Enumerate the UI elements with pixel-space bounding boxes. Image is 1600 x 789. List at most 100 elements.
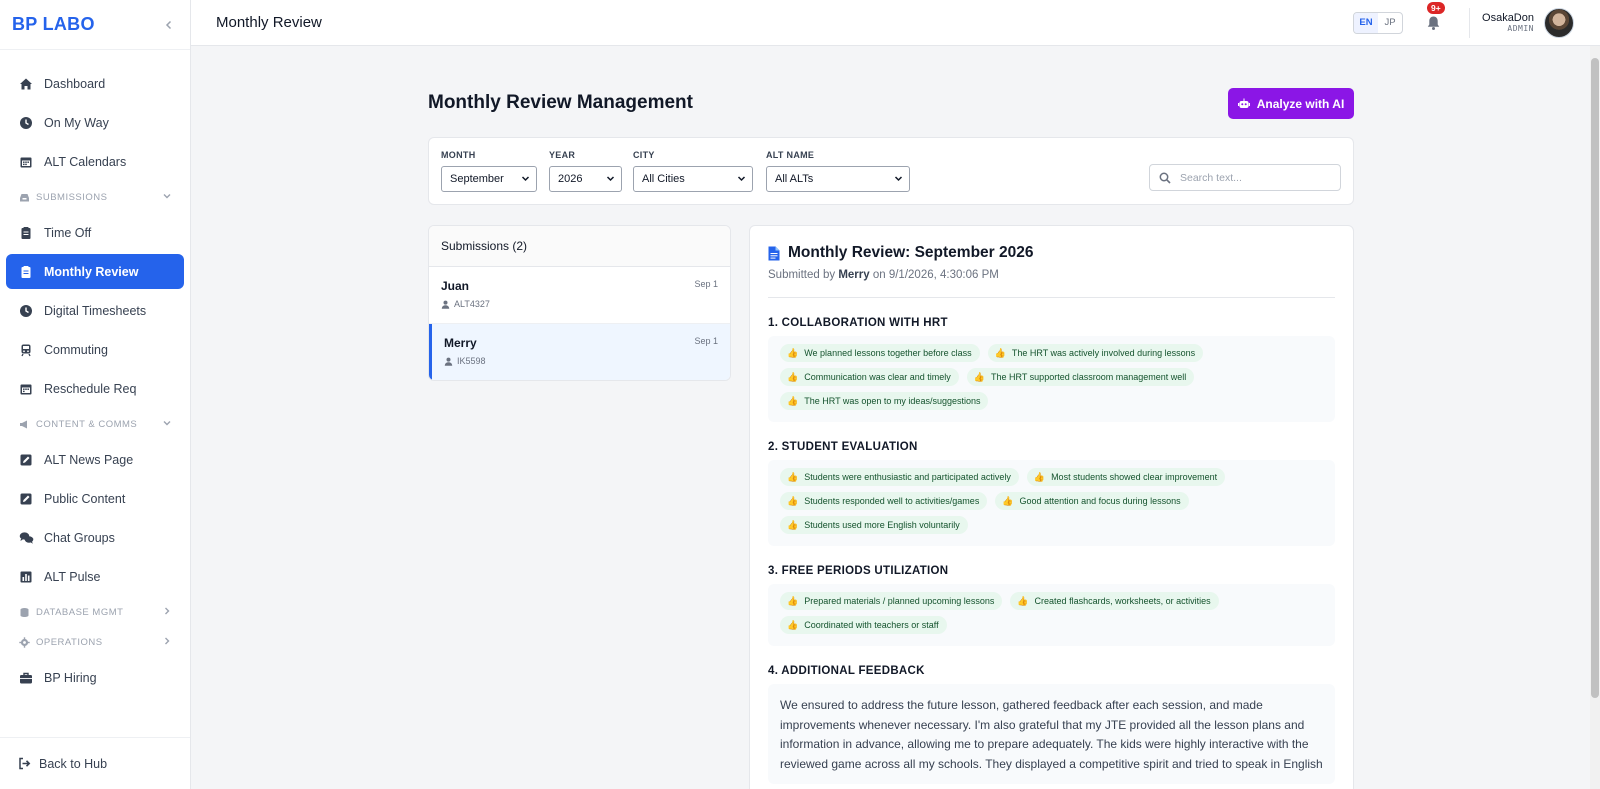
submission-id: IK5598 <box>444 356 718 366</box>
sidebar-item-chat-groups[interactable]: Chat Groups <box>6 520 184 555</box>
submitted-suffix: on 9/1/2026, 4:30:06 PM <box>872 269 999 281</box>
sidebar-item-bp-hiring[interactable]: BP Hiring <box>6 660 184 695</box>
month-label: MONTH <box>441 150 476 160</box>
thumbs-up-icon: 👍 <box>787 371 799 382</box>
sidebar-item-label: Public Content <box>44 491 126 506</box>
sidebar-item-alt-news-page[interactable]: ALT News Page <box>6 442 184 477</box>
feedback-tag: 👍 We planned lessons together before clas… <box>780 344 980 362</box>
back-to-hub-label: Back to Hub <box>39 756 108 771</box>
language-toggle: EN JP <box>1353 11 1404 34</box>
edit-icon <box>18 452 34 468</box>
clipboard-icon <box>18 264 34 280</box>
search-input[interactable]: Search text... <box>1149 164 1341 191</box>
month-filter: MONTH September <box>441 150 537 192</box>
submission-date: Sep 1 <box>694 336 718 346</box>
notifications-button[interactable]: 9+ <box>1421 1 1445 35</box>
thumbs-up-icon: 👍 <box>973 371 985 382</box>
gear-icon <box>18 636 30 648</box>
submission-id: ALT4327 <box>441 299 718 309</box>
chevron-right-icon <box>162 606 172 619</box>
thumbs-up-icon: 👍 <box>994 347 1006 358</box>
sidebar-nav: Dashboard On My Way ALT Calendars SUBMIS… <box>0 50 190 695</box>
alt-name-select[interactable]: All ALTs <box>766 166 910 192</box>
month-select[interactable]: September <box>441 166 537 192</box>
chevron-down-icon <box>894 174 903 185</box>
chevron-down-icon <box>606 174 615 185</box>
tag-text: Communication was clear and timely <box>804 372 951 382</box>
tag-text: Created flashcards, worksheets, or activ… <box>1034 596 1211 606</box>
sidebar-item-on-my-way[interactable]: On My Way <box>6 105 184 140</box>
feedback-tag: 👍 Most students showed clear improvement <box>1026 468 1226 486</box>
submission-name: Merry <box>444 336 477 350</box>
sidebar-item-label: Reschedule Req <box>44 381 137 396</box>
tag-text: Students were enthusiastic and participa… <box>804 472 1011 482</box>
sign-out-icon <box>18 757 31 770</box>
header-actions: EN JP 9+ OsakaDon ADMIN <box>1353 1 1574 38</box>
review-title-text: Monthly Review: September 2026 <box>788 244 1034 261</box>
sidebar-section-label: OPERATIONS <box>36 636 103 648</box>
brand-logo[interactable]: BP LABO <box>12 14 95 35</box>
city-filter: CITY All Cities <box>633 150 753 192</box>
analyze-with-ai-button[interactable]: Analyze with AI <box>1228 88 1354 119</box>
feedback-tag: 👍 Students used more English voluntarily <box>780 516 968 534</box>
alt-name-label: ALT NAME <box>766 150 815 160</box>
home-icon <box>18 76 34 92</box>
clock-icon <box>18 303 34 319</box>
sidebar-item-commuting[interactable]: Commuting <box>6 332 184 367</box>
bell-icon <box>1427 16 1439 30</box>
thumbs-up-icon: 👍 <box>787 347 799 358</box>
tag-text: Prepared materials / planned upcoming le… <box>804 596 995 606</box>
thumbs-up-icon: 👍 <box>787 595 799 606</box>
feedback-tag: 👍 Students responded well to activities/g… <box>780 492 988 510</box>
edit-icon <box>18 491 34 507</box>
sidebar-item-public-content[interactable]: Public Content <box>6 481 184 516</box>
sidebar-section-submissions[interactable]: SUBMISSIONS <box>6 185 184 209</box>
user-icon <box>441 300 450 309</box>
alt-name-filter: ALT NAME All ALTs <box>766 150 910 192</box>
chevron-left-icon <box>165 20 172 29</box>
thumbs-up-icon: 👍 <box>787 519 799 530</box>
sidebar-item-reschedule-req[interactable]: Reschedule Req <box>6 371 184 406</box>
clock-icon <box>18 115 34 131</box>
chat-icon <box>18 530 34 546</box>
sidebar-section-database-mgmt[interactable]: DATABASE MGMT <box>6 600 184 624</box>
year-select[interactable]: 2026 <box>549 166 622 192</box>
collapse-sidebar-button[interactable] <box>160 17 178 33</box>
sidebar-section-operations[interactable]: OPERATIONS <box>6 630 184 654</box>
inbox-icon <box>18 191 30 203</box>
submissions-title: Submissions (2) <box>429 226 730 267</box>
user-info[interactable]: OsakaDon ADMIN <box>1482 12 1534 33</box>
chevron-right-icon <box>162 636 172 649</box>
sidebar-item-alt-pulse[interactable]: ALT Pulse <box>6 559 184 594</box>
back-to-hub-link[interactable]: Back to Hub <box>0 737 190 789</box>
section-title: 2. STUDENT EVALUATION <box>768 441 918 453</box>
section-title: 4. ADDITIONAL FEEDBACK <box>768 665 925 677</box>
city-label: CITY <box>633 150 655 160</box>
feedback-tag: 👍 Students were enthusiastic and particip… <box>780 468 1019 486</box>
user-icon <box>444 357 453 366</box>
thumbs-up-icon: 👍 <box>787 495 799 506</box>
sidebar-item-dashboard[interactable]: Dashboard <box>6 66 184 101</box>
sidebar-section-label: SUBMISSIONS <box>36 191 108 203</box>
submitted-info: Submitted by Merry on 9/1/2026, 4:30:06 … <box>768 269 1335 298</box>
sidebar-section-content-comms[interactable]: CONTENT & COMMS <box>6 412 184 436</box>
sidebar-item-digital-timesheets[interactable]: Digital Timesheets <box>6 293 184 328</box>
lang-en-button[interactable]: EN <box>1354 12 1379 33</box>
collaboration-tags: 👍 We planned lessons together before clas… <box>768 336 1335 422</box>
student-evaluation-tags: 👍 Students were enthusiastic and particip… <box>768 460 1335 546</box>
chevron-down-icon <box>737 174 746 185</box>
sidebar-item-time-off[interactable]: Time Off <box>6 215 184 250</box>
tag-text: The HRT supported classroom management w… <box>991 372 1187 382</box>
sidebar-item-alt-calendars[interactable]: ALT Calendars <box>6 144 184 179</box>
city-value: All Cities <box>642 173 685 185</box>
avatar[interactable] <box>1544 7 1574 38</box>
city-select[interactable]: All Cities <box>633 166 753 192</box>
list-item[interactable]: Merry IK5598 Sep 1 <box>429 324 730 380</box>
list-item[interactable]: Juan ALT4327 Sep 1 <box>429 267 730 324</box>
lang-jp-button[interactable]: JP <box>1378 13 1402 33</box>
sidebar-item-monthly-review[interactable]: Monthly Review <box>6 254 184 289</box>
top-header: Monthly Review EN JP 9+ OsakaDon ADMIN <box>191 0 1600 46</box>
page-scrollbar-thumb[interactable] <box>1591 58 1599 698</box>
submitted-prefix: Submitted by <box>768 269 836 281</box>
megaphone-icon <box>18 418 30 430</box>
